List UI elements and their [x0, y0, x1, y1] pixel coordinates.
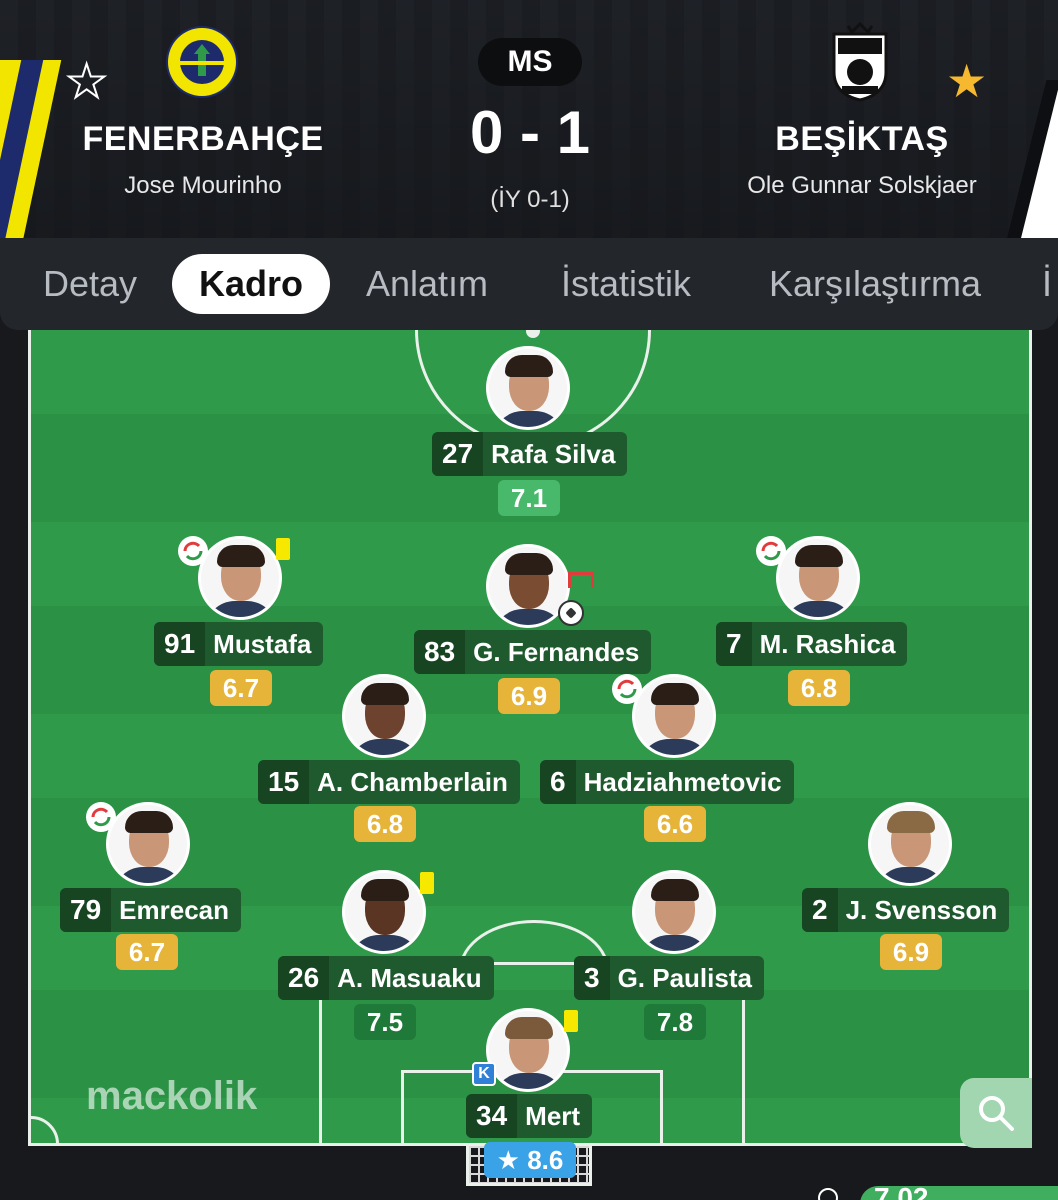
player-namebar: 34 Mert — [466, 1094, 593, 1138]
player-photo — [868, 802, 952, 886]
player-number: 26 — [278, 956, 330, 1000]
player-photo — [632, 674, 716, 758]
player-photo — [342, 674, 426, 758]
match-score: 0 - 1 — [469, 99, 591, 166]
player-number: 7 — [716, 622, 752, 666]
player-photo — [106, 802, 190, 886]
match-header: ★ ★ FENERBAHÇE Jose Mourinho MS 0 - 1 (İ… — [0, 0, 1058, 240]
player-namebar: 27 Rafa Silva — [432, 432, 628, 476]
yellow-card-icon — [420, 872, 434, 894]
player-number: 27 — [432, 432, 484, 476]
yellow-card-icon — [276, 538, 290, 560]
player-rating: 6.7 — [116, 934, 178, 970]
player-number: 34 — [466, 1094, 518, 1138]
player-name: G. Fernandes — [473, 636, 640, 667]
player-photo — [486, 346, 570, 430]
player-rating: 6.8 — [788, 670, 850, 706]
away-coach-name: Ole Gunnar Solskjaer — [747, 172, 977, 199]
favorite-home-star-icon[interactable]: ★ — [65, 57, 108, 105]
player-name: A. Chamberlain — [317, 766, 508, 797]
corner-arc — [31, 1116, 59, 1143]
player-number: 91 — [154, 622, 206, 666]
player-name: J. Svensson — [845, 894, 998, 925]
player-namebar: 15 A. Chamberlain — [258, 760, 520, 804]
player-namebar: 6 Hadziahmetovic — [540, 760, 794, 804]
player-number: 15 — [258, 760, 310, 804]
tab-karsilastirma[interactable]: Karşılaştırma — [750, 254, 1000, 314]
player-name: Hadziahmetovic — [583, 766, 782, 797]
player-rating: 7.8 — [644, 1004, 706, 1040]
player-name: Mert — [525, 1100, 581, 1131]
player-namebar: 2 J. Svensson — [802, 888, 1010, 932]
player-number: 3 — [574, 956, 610, 1000]
player-rating: 7.5 — [354, 1004, 416, 1040]
home-team-name[interactable]: FENERBAHÇE — [60, 120, 346, 159]
player-name: Emrecan — [119, 894, 229, 925]
player-number: 79 — [60, 888, 112, 932]
player-photo — [776, 536, 860, 620]
player-rating: 6.8 — [354, 806, 416, 842]
mackolik-logo: mackolik — [86, 1074, 258, 1118]
search-icon — [979, 1096, 1014, 1131]
player-photo — [342, 870, 426, 954]
tab-bar: Detay Kadro Anlatım İstatistik Karşılaşt… — [0, 238, 1058, 330]
player-photo — [632, 870, 716, 954]
player-name: A. Masuaku — [337, 962, 482, 993]
tab-kadro[interactable]: Kadro — [172, 254, 330, 314]
fenerbahce-crest-icon — [166, 26, 238, 98]
player-namebar: 79 Emrecan — [60, 888, 241, 932]
player-rating: ★ 8.6 — [484, 1142, 576, 1178]
captain-badge: K — [472, 1062, 496, 1086]
tab-more[interactable]: İ — [1042, 254, 1058, 314]
team-average-rating: 7.02 — [860, 1184, 1058, 1200]
player-number: 6 — [540, 760, 576, 804]
player-rating: 6.7 — [210, 670, 272, 706]
player-number: 2 — [802, 888, 838, 932]
match-status-badge: MS — [478, 38, 582, 86]
player-namebar: 91 Mustafa — [154, 622, 324, 666]
tab-istatistik[interactable]: İstatistik — [542, 254, 710, 314]
half-time-score: (İY 0-1) — [490, 186, 570, 213]
player-number: 83 — [414, 630, 466, 674]
player-namebar: 26 A. Masuaku — [278, 956, 494, 1000]
player-name: Rafa Silva — [491, 438, 616, 469]
substitution-icon — [178, 536, 208, 566]
player-namebar: 3 G. Paulista — [574, 956, 764, 1000]
player-namebar: 7 M. Rashica — [716, 622, 908, 666]
player-name: M. Rashica — [759, 628, 896, 659]
ball-icon — [558, 600, 584, 626]
yellow-card-icon — [564, 1010, 578, 1032]
player-name: Mustafa — [213, 628, 312, 659]
player-name: G. Paulista — [617, 962, 752, 993]
player-rating: 6.9 — [880, 934, 942, 970]
player-rating: 7.1 — [498, 480, 560, 516]
player-rating: 6.9 — [498, 678, 560, 714]
player-rating: 6.6 — [644, 806, 706, 842]
favorite-away-star-icon[interactable]: ★ — [946, 58, 987, 104]
besiktas-crest-icon — [832, 22, 888, 102]
substitution-icon — [86, 802, 116, 832]
player-photo — [198, 536, 282, 620]
tab-anlatim[interactable]: Anlatım — [352, 254, 502, 314]
tab-detay[interactable]: Detay — [30, 254, 150, 314]
substitution-icon — [612, 674, 642, 704]
player-photo — [486, 1008, 570, 1092]
zoom-button[interactable] — [960, 1078, 1032, 1148]
player-namebar: 83 G. Fernandes — [414, 630, 652, 674]
away-team-name[interactable]: BEŞİKTAŞ — [720, 120, 1004, 159]
goal-post-icon — [568, 572, 594, 588]
home-coach-name: Jose Mourinho — [124, 172, 282, 199]
substitution-icon — [756, 536, 786, 566]
